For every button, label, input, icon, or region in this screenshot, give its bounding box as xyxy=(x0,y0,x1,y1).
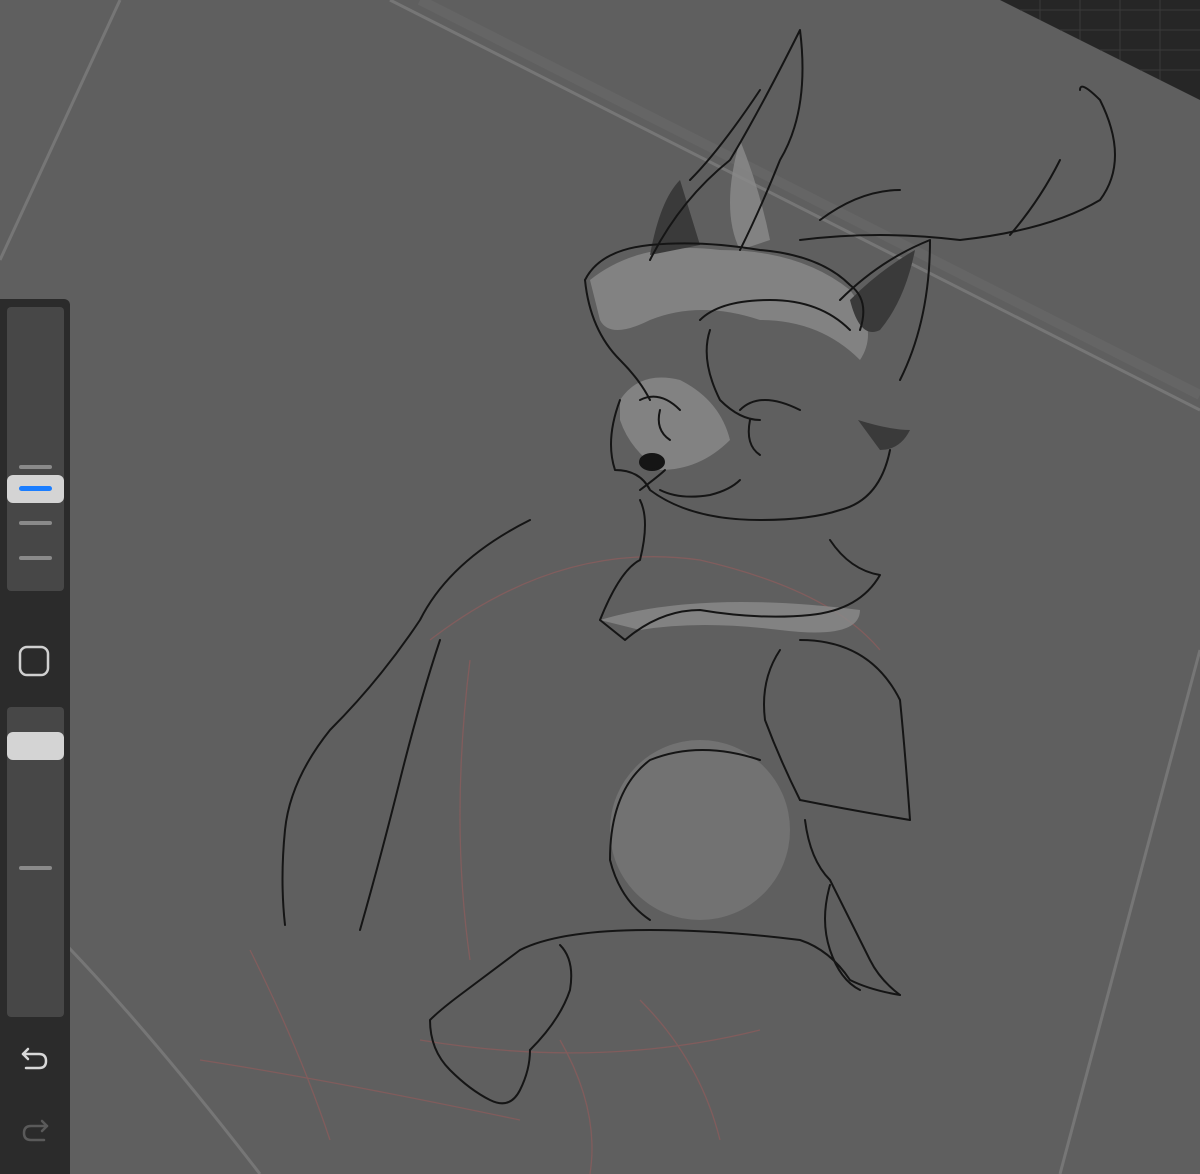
modify-button[interactable] xyxy=(17,644,51,678)
brush-size-indicator xyxy=(19,486,52,491)
brush-opacity-slider[interactable] xyxy=(7,707,64,1017)
redo-button[interactable] xyxy=(15,1112,55,1148)
redo-arrow-icon xyxy=(22,1119,49,1142)
brush-size-handle[interactable] xyxy=(7,475,64,503)
brush-size-tick xyxy=(19,465,52,469)
guide-strokes xyxy=(0,0,1200,1174)
square-outline-icon xyxy=(18,645,50,677)
lineart-layer xyxy=(281,29,1116,1105)
brush-opacity-tick xyxy=(19,866,52,870)
grid-icon xyxy=(1000,0,1200,100)
sketch-artwork xyxy=(0,0,1200,1174)
brush-sidebar xyxy=(0,299,70,1174)
undo-button[interactable] xyxy=(15,1040,55,1076)
brush-opacity-handle[interactable] xyxy=(7,732,64,760)
undo-arrow-icon xyxy=(21,1047,48,1070)
brush-size-tick xyxy=(19,556,52,560)
shading-layer xyxy=(590,140,868,920)
drawing-canvas[interactable] xyxy=(0,0,1200,1174)
brush-size-slider[interactable] xyxy=(7,307,64,591)
brush-size-tick xyxy=(19,521,52,525)
